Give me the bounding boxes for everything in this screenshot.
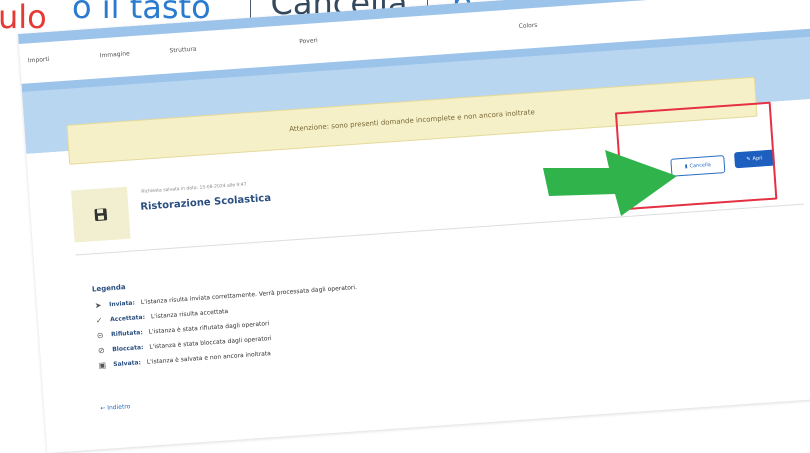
legend: Legenda ➤ Inviata: L'istanza risulta inv… bbox=[92, 267, 362, 376]
card-meta: Richiesta salvata in data: 15-08-2024 al… bbox=[141, 182, 247, 195]
send-icon: ➤ bbox=[94, 300, 102, 311]
save-icon: ▣ bbox=[98, 360, 107, 371]
check-icon: ✓ bbox=[95, 315, 103, 326]
blocked-icon: ⊘ bbox=[97, 345, 105, 356]
refused-icon: ⊝ bbox=[96, 330, 104, 341]
legend-key: Inviata: bbox=[108, 299, 136, 309]
legend-text: L'istanza è stata rifiutata dagli operat… bbox=[148, 320, 270, 336]
column-header: Colors bbox=[518, 21, 538, 31]
back-link[interactable]: ← Indietro bbox=[100, 403, 130, 412]
legend-key: Accettata: bbox=[109, 313, 146, 324]
legend-key: Salvata: bbox=[113, 359, 142, 369]
legend-key: Rifiutata: bbox=[110, 329, 144, 339]
column-header: Immagine bbox=[99, 50, 131, 60]
green-arrow-icon bbox=[543, 150, 677, 216]
column-header: Importi bbox=[27, 55, 50, 65]
column-header: Struttura bbox=[169, 45, 197, 55]
column-header: Poveri bbox=[298, 37, 318, 46]
screenshot-panel: Importi Immagine Struttura Poveri Colors… bbox=[18, 0, 810, 453]
legend-text: L'istanza è stata bloccata dagli operato… bbox=[149, 335, 272, 351]
back-link-label: Indietro bbox=[107, 403, 131, 412]
legend-text: L'istanza risulta accettata bbox=[150, 308, 229, 321]
legend-text: L'istanza è salvata e non ancora inoltra… bbox=[146, 350, 272, 366]
legend-key: Bloccata: bbox=[112, 344, 144, 354]
card-title: Ristorazione Scolastica bbox=[140, 192, 272, 213]
caption-text-start: ulo bbox=[0, 0, 47, 36]
save-icon bbox=[71, 186, 131, 243]
